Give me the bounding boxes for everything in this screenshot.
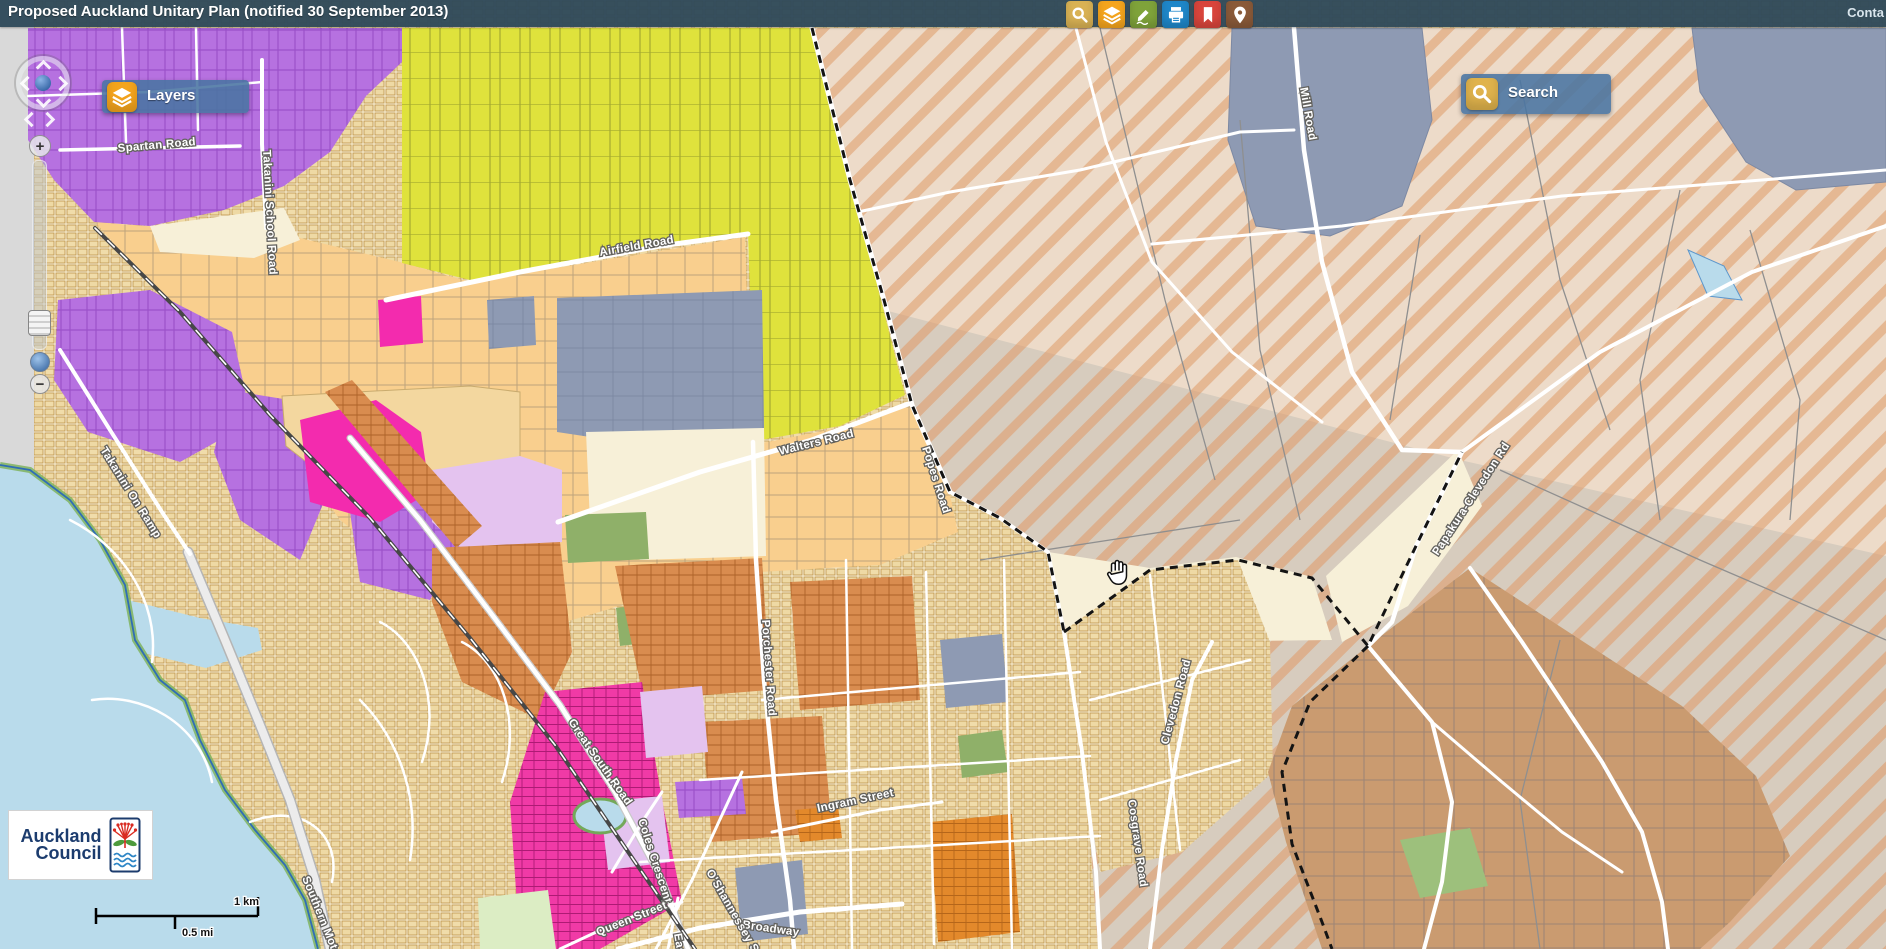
- toolbar: [1066, 1, 1253, 28]
- globe-center-icon: [35, 75, 51, 91]
- draw-tool-button[interactable]: [1130, 1, 1157, 28]
- contact-link[interactable]: Conta: [1847, 5, 1884, 20]
- layers-icon: [1102, 5, 1122, 25]
- search-icon: [1070, 5, 1090, 25]
- search-button-label: Search: [1508, 84, 1558, 101]
- pan-left-right-control[interactable]: [26, 112, 54, 126]
- zoom-in-button[interactable]: +: [29, 135, 51, 157]
- full-extent-button[interactable]: [30, 352, 50, 372]
- map-pin-icon: [1230, 5, 1250, 25]
- print-tool-button[interactable]: [1162, 1, 1189, 28]
- pan-right-arrow-icon[interactable]: [40, 112, 56, 128]
- printer-icon: [1166, 5, 1186, 25]
- layers-icon: [111, 86, 133, 108]
- locate-tool-button[interactable]: [1226, 1, 1253, 28]
- top-bar: Proposed Auckland Unitary Plan (notified…: [0, 0, 1886, 27]
- search-icon: [1470, 82, 1494, 106]
- bookmark-tool-button[interactable]: [1194, 1, 1221, 28]
- bookmark-icon: [1198, 5, 1218, 25]
- scale-mi-label: 0.5 mi: [182, 927, 213, 939]
- layers-button-label: Layers: [147, 87, 195, 104]
- layers-button[interactable]: Layers: [102, 80, 249, 113]
- pan-up-arrow-icon[interactable]: [36, 60, 52, 76]
- pan-down-arrow-icon[interactable]: [36, 93, 52, 109]
- pan-right-arrow-icon[interactable]: [53, 76, 69, 92]
- pan-compass[interactable]: [16, 56, 70, 110]
- auckland-council-logo: Auckland Council: [8, 810, 153, 880]
- zoom-out-button[interactable]: −: [30, 374, 50, 394]
- search-button[interactable]: Search: [1461, 74, 1611, 114]
- search-button-icon-chip: [1466, 78, 1498, 110]
- pan-left-arrow-icon[interactable]: [20, 76, 36, 92]
- search-tool-button[interactable]: [1066, 1, 1093, 28]
- scale-km-label: 1 km: [234, 896, 259, 908]
- map-canvas[interactable]: 1 km 0.5 mi Airfield RoadWalters RoadTak…: [0, 0, 1886, 949]
- logo-text: Auckland Council: [20, 828, 101, 862]
- app-title: Proposed Auckland Unitary Plan (notified…: [8, 3, 448, 20]
- app-window: 1 km 0.5 mi Airfield RoadWalters RoadTak…: [0, 0, 1886, 949]
- layers-button-icon-chip: [107, 82, 137, 112]
- layers-tool-button[interactable]: [1098, 1, 1125, 28]
- pencil-icon: [1134, 5, 1154, 25]
- pohutukawa-emblem-icon: [109, 817, 141, 873]
- pan-left-arrow-icon[interactable]: [24, 112, 40, 128]
- zoom-slider-thumb[interactable]: [28, 310, 51, 336]
